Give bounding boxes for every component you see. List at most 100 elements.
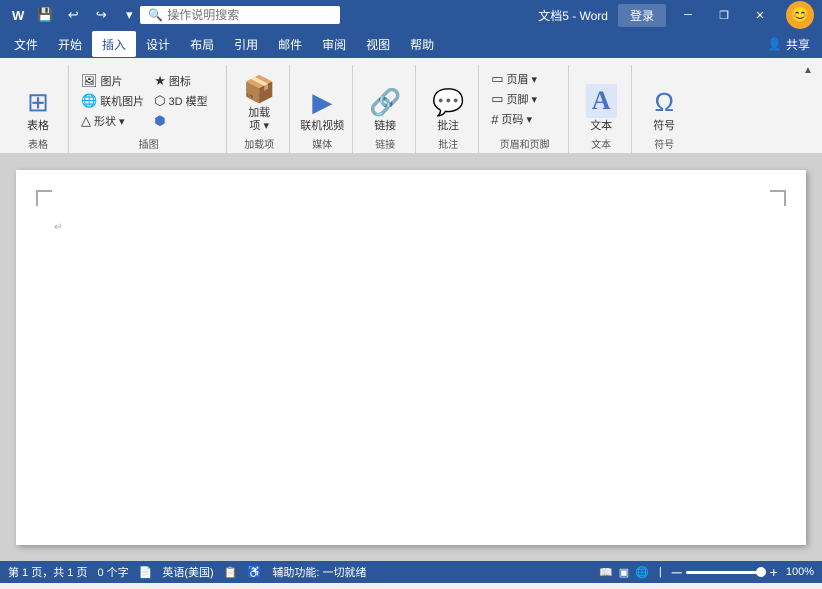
track-changes-icon: 📄 [139, 566, 153, 579]
login-button[interactable]: 登录 [618, 4, 666, 27]
ribbon-group-text: A 文本 文本 [571, 65, 632, 153]
menu-file[interactable]: 文件 [4, 31, 48, 57]
share-button[interactable]: 👤 共享 [759, 34, 818, 55]
menu-bar: 文件 开始 插入 设计 布局 引用 邮件 审阅 视图 帮助 👤 共享 [0, 30, 822, 58]
ribbon-group-comments: 💬 批注 批注 [418, 65, 479, 153]
smartart-button[interactable]: ⬢ [150, 111, 220, 131]
page-number-button[interactable]: # 页码 ▾ [487, 109, 562, 129]
page-corner-tl [36, 190, 52, 206]
window-title: 🔍 [140, 6, 538, 24]
window-controls: ─ ❐ ✕ [670, 0, 778, 30]
group-addins-label: 加载项 [229, 136, 289, 151]
header-icon: ▭ [491, 71, 503, 87]
document-page[interactable]: ↵ [16, 170, 806, 545]
title-bar: W 💾 ↩ ↪ ▾ 🔍 文档5 - Word 登录 ─ ❐ ✕ 😊 [0, 0, 822, 30]
group-symbols-label: 符号 [634, 136, 694, 151]
table-icon: ⊞ [27, 87, 49, 118]
document-area: ↵ [0, 154, 822, 561]
group-comments-label: 批注 [418, 136, 478, 151]
read-mode-icon[interactable]: 📖 [599, 566, 613, 579]
group-text-label: 文本 [571, 136, 631, 151]
online-video-icon: ▶ [312, 87, 332, 118]
status-left: 第 1 页，共 1 页 0 个字 📄 英语(美国) 📋 ♿ 辅助功能: 一切就绪 [8, 564, 366, 580]
links-button[interactable]: 🔗 链接 [361, 69, 409, 135]
symbol-button[interactable]: Ω 符号 [640, 69, 688, 135]
ribbon-group-illustrations: 🖼 图片 🌐 联机图片 △ 形状 ▾ ★ 图标 [71, 65, 227, 153]
menu-view[interactable]: 视图 [356, 31, 400, 57]
table-button[interactable]: ⊞ 表格 [14, 69, 62, 135]
menu-mailings[interactable]: 邮件 [268, 31, 312, 57]
illustrations-col2: ★ 图标 ⬡ 3D 模型 ⬢ [150, 71, 220, 131]
3d-models-button[interactable]: ⬡ 3D 模型 [150, 91, 220, 111]
page-corner-tr [770, 190, 786, 206]
page-info: 第 1 页，共 1 页 [8, 564, 87, 580]
zoom-thumb [756, 567, 766, 577]
menu-design[interactable]: 设计 [136, 31, 180, 57]
menu-help[interactable]: 帮助 [400, 31, 444, 57]
ribbon-group-addins: 📦 加载项 ▾ 加载项 [229, 65, 290, 153]
user-avatar: 😊 [786, 1, 814, 29]
icons-button[interactable]: ★ 图标 [150, 71, 220, 91]
accessibility-label: 辅助功能: 一切就绪 [272, 564, 366, 580]
footer-label: 页脚 ▾ [506, 91, 537, 107]
word-count: 0 个字 [97, 564, 128, 580]
3d-models-icon: ⬡ [154, 93, 165, 109]
status-bar: 第 1 页，共 1 页 0 个字 📄 英语(美国) 📋 ♿ 辅助功能: 一切就绪… [0, 561, 822, 583]
addins-label: 加载项 ▾ [248, 107, 270, 133]
app-icon: W [8, 6, 28, 25]
text-button[interactable]: A 文本 [577, 69, 625, 135]
separator1: | [659, 566, 662, 578]
zoom-minus-button[interactable]: ─ [672, 564, 682, 580]
redo-button[interactable]: ↪ [90, 4, 112, 26]
table-label: 表格 [27, 120, 49, 133]
close-button[interactable]: ✕ [742, 0, 778, 30]
return-mark: ↵ [54, 222, 62, 233]
online-video-button[interactable]: ▶ 联机视频 [298, 69, 346, 135]
print-layout-icon[interactable]: ▣ [619, 566, 629, 579]
zoom-plus-button[interactable]: + [770, 564, 778, 580]
ribbon: ⊞ 表格 表格 🖼 图片 🌐 联机图片 △ [0, 58, 822, 154]
group-table-label: 表格 [8, 136, 68, 151]
menu-home[interactable]: 开始 [48, 31, 92, 57]
language[interactable]: 英语(美国) [162, 564, 213, 580]
links-icon: 🔗 [369, 87, 401, 118]
menu-insert[interactable]: 插入 [92, 31, 136, 57]
restore-button[interactable]: ❐ [706, 0, 742, 30]
title-bar-right: 登录 ─ ❐ ✕ 😊 [618, 0, 814, 30]
online-picture-button[interactable]: 🌐 联机图片 [77, 91, 148, 111]
ribbon-collapse-button[interactable]: ▲ [800, 62, 816, 78]
symbol-label: 符号 [653, 120, 675, 133]
menu-references[interactable]: 引用 [224, 31, 268, 57]
page-number-icon: # [491, 112, 498, 127]
ribbon-group-header-footer: ▭ 页眉 ▾ ▭ 页脚 ▾ # 页码 ▾ 页眉和页脚 [481, 65, 569, 153]
share-label: 共享 [786, 36, 810, 53]
shapes-icon: △ [81, 113, 91, 129]
picture-label: 图片 [101, 73, 123, 89]
online-video-label: 联机视频 [300, 120, 344, 133]
menu-layout[interactable]: 布局 [180, 31, 224, 57]
comment-label: 批注 [437, 120, 459, 133]
spellcheck-icon: 📋 [224, 566, 238, 579]
search-icon: 🔍 [148, 8, 163, 22]
shapes-button[interactable]: △ 形状 ▾ [77, 111, 148, 131]
header-button[interactable]: ▭ 页眉 ▾ [487, 69, 562, 89]
comment-button[interactable]: 💬 批注 [424, 69, 472, 135]
search-input[interactable] [167, 8, 327, 22]
online-picture-label: 联机图片 [100, 93, 144, 109]
minimize-button[interactable]: ─ [670, 0, 706, 30]
save-button[interactable]: 💾 [34, 4, 56, 26]
footer-button[interactable]: ▭ 页脚 ▾ [487, 89, 562, 109]
addins-button[interactable]: 📦 加载项 ▾ [235, 69, 283, 135]
quick-access-dropdown[interactable]: ▾ [118, 4, 140, 26]
picture-button[interactable]: 🖼 图片 [77, 71, 148, 91]
ribbon-group-links: 🔗 链接 链接 [355, 65, 416, 153]
ribbon-group-table: ⊞ 表格 表格 [8, 65, 69, 153]
addins-icon: 📦 [243, 74, 275, 105]
menu-review[interactable]: 审阅 [312, 31, 356, 57]
search-box[interactable]: 🔍 [140, 6, 340, 24]
undo-button[interactable]: ↩ [62, 4, 84, 26]
web-layout-icon[interactable]: 🌐 [635, 566, 649, 579]
group-media-label: 媒体 [292, 136, 352, 151]
status-right: 📖 ▣ 🌐 | ─ + 100% [599, 564, 814, 580]
zoom-slider[interactable] [686, 571, 766, 574]
